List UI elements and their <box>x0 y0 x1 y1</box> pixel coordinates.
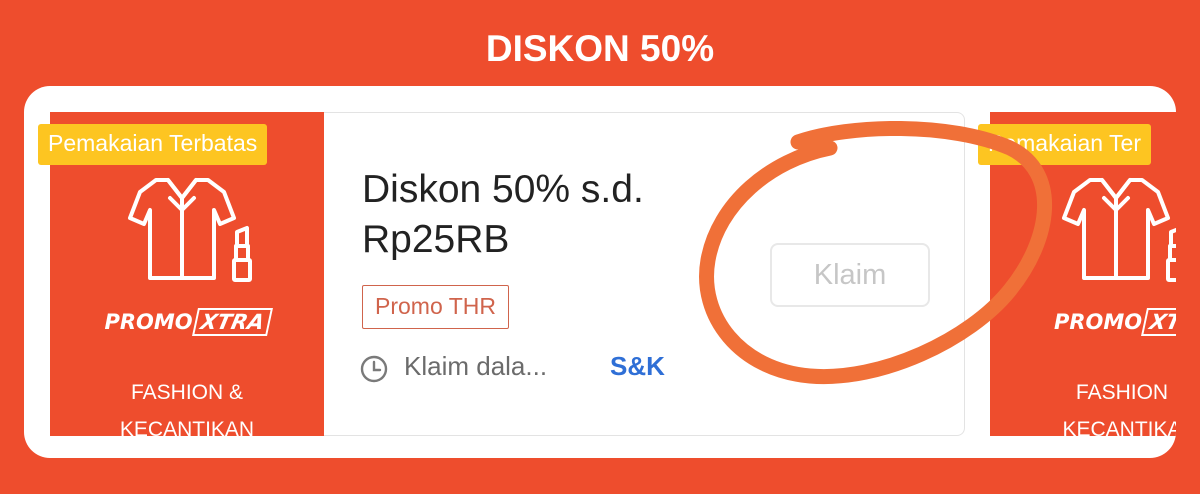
limited-usage-badge: Pemakaian Ter <box>978 124 1151 165</box>
claim-button[interactable]: Klaim <box>770 243 930 307</box>
claim-validity-text: Klaim dala... <box>404 351 548 381</box>
limited-usage-badge: Pemakaian Terbatas <box>38 124 268 165</box>
category-label: FASHION KECANTIKA <box>1062 381 1176 441</box>
page-title: DISKON 50% <box>485 28 715 69</box>
shirt-and-lipstick-icon <box>128 178 252 282</box>
clock-icon <box>360 355 388 383</box>
terms-link[interactable]: S&K <box>610 351 665 382</box>
voucher-card[interactable]: Diskon 50% s.d. Rp25RB Promo THR Klaim d… <box>324 112 965 436</box>
voucher-stub[interactable]: Pemakaian Ter PROMO XTR FASHION KECANTIKA <box>978 112 1176 441</box>
voucher-carousel[interactable]: Pemakaian Terbatas PROMO XTRA FASHION & K… <box>24 86 1176 458</box>
promo-tag: Promo THR <box>362 285 509 329</box>
category-label: FASHION & KECANTIKAN <box>119 381 255 441</box>
shirt-and-lipstick-icon <box>1062 178 1176 282</box>
voucher-title: Diskon 50% s.d. Rp25RB <box>362 168 644 261</box>
promo-xtra-logo: PROMO XTRA <box>50 308 324 336</box>
voucher-stub: Pemakaian Terbatas PROMO XTRA FASHION & K… <box>38 112 324 441</box>
promo-xtra-logo: PROMO XTR <box>1054 308 1176 336</box>
